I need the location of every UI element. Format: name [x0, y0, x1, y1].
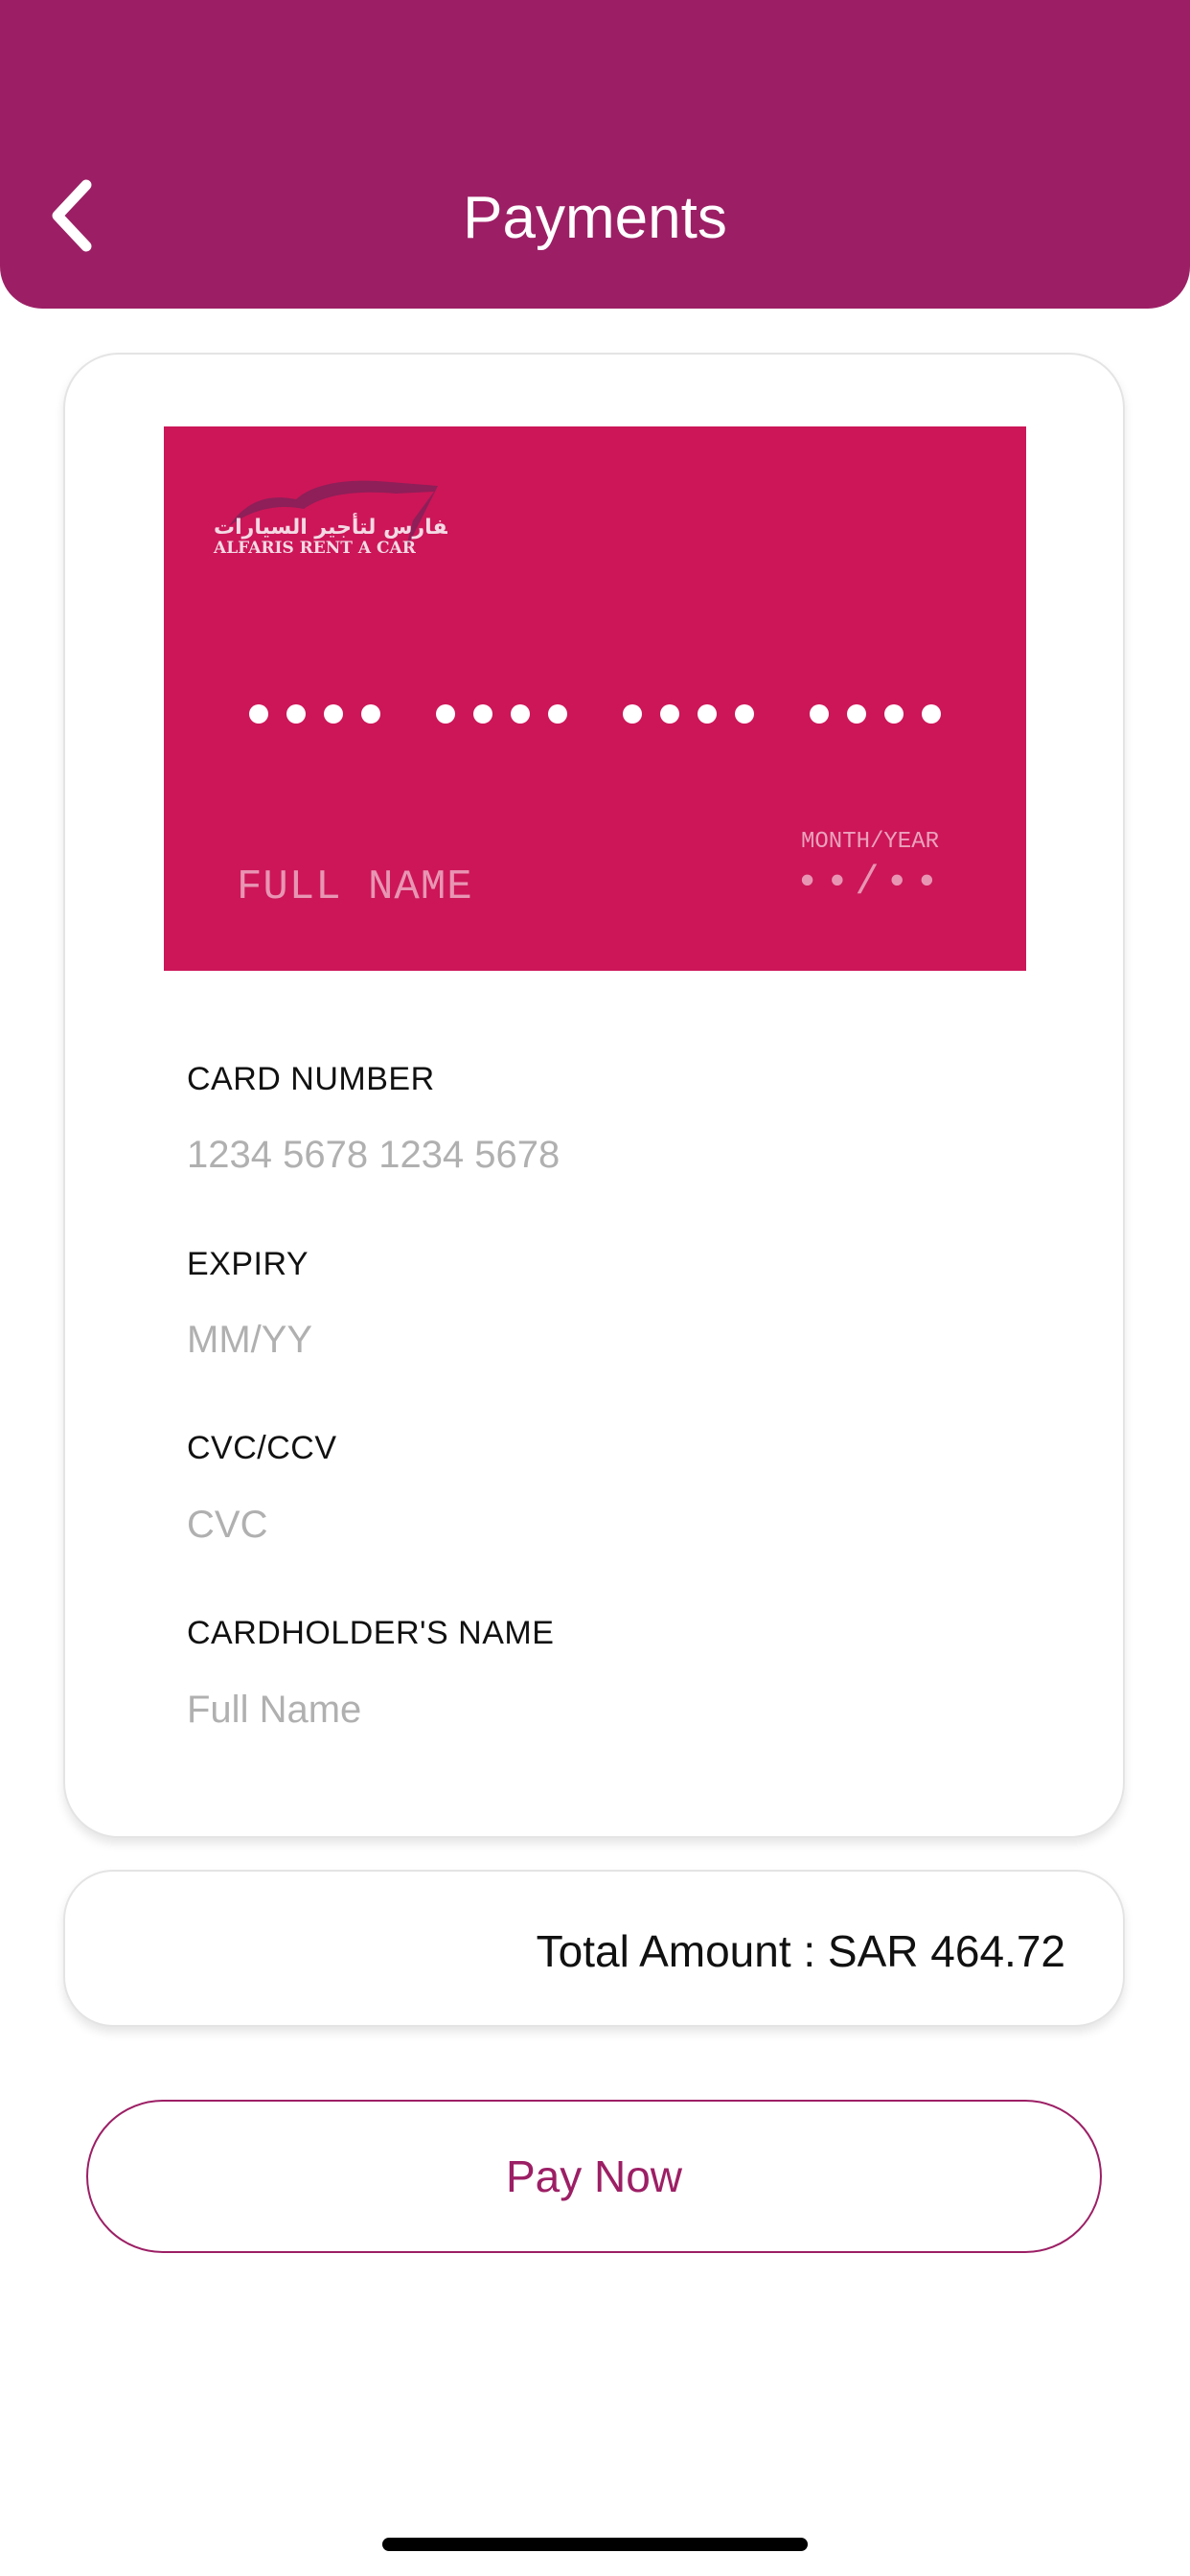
mask-dot [847, 704, 866, 724]
mask-dot [884, 704, 904, 724]
logo-arabic-text: الفارس لتأجير السيارات [214, 512, 447, 540]
mask-dot [249, 704, 268, 724]
mask-dot [922, 704, 941, 724]
mask-dot [473, 704, 492, 724]
mask-dot [698, 704, 717, 724]
mask-dot [623, 704, 642, 724]
card-expiry-label: MONTH/YEAR [800, 829, 940, 855]
mask-dot [511, 704, 530, 724]
mask-dot [735, 704, 754, 724]
card-number-input[interactable] [187, 1121, 1011, 1188]
total-amount-card: Total Amount : SAR 464.72 [63, 1870, 1125, 2027]
mask-dot [548, 704, 567, 724]
home-indicator[interactable] [382, 2538, 808, 2551]
card-number-group [810, 704, 941, 724]
mask-dot [324, 704, 343, 724]
mask-dot [436, 704, 455, 724]
header-bar: Payments [0, 0, 1190, 309]
cvc-input[interactable] [187, 1491, 1011, 1558]
expiry-input[interactable] [187, 1306, 1011, 1373]
page-title: Payments [463, 185, 727, 251]
card-holder-name: FULL NAME [237, 863, 473, 911]
pay-now-button[interactable]: Pay Now [86, 2100, 1102, 2253]
cardholder-name-input[interactable] [187, 1676, 1011, 1743]
total-amount: Total Amount : SAR 464.72 [536, 1926, 1065, 1976]
alfaris-logo: الفارس لتأجير السيارات ALFARIS RENT A CA… [213, 480, 447, 558]
card-number-label: CARD NUMBER [187, 1061, 435, 1097]
card-number-group [623, 704, 754, 724]
mask-dot [286, 704, 306, 724]
card-expiry-mask: ••/•• [794, 860, 946, 906]
card-number-group [249, 704, 380, 724]
expiry-label: EXPIRY [187, 1246, 309, 1282]
cvc-label: CVC/CCV [187, 1430, 337, 1466]
cardholder-name-label: CARDHOLDER'S NAME [187, 1615, 555, 1651]
mask-dot [660, 704, 679, 724]
card-number-mask [164, 704, 1026, 724]
card-number-group [436, 704, 567, 724]
card-preview: الفارس لتأجير السيارات ALFARIS RENT A CA… [164, 426, 1026, 971]
mask-dot [810, 704, 829, 724]
logo-english-text: ALFARIS RENT A CAR [213, 539, 417, 558]
mask-dot [361, 704, 380, 724]
